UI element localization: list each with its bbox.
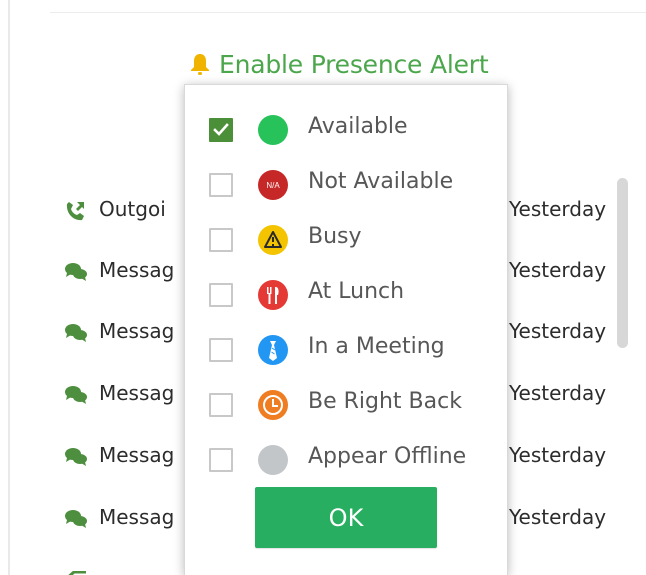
activity-label: Messag <box>99 381 175 405</box>
status-option-appear-offline[interactable]: Appear Offline <box>209 439 499 479</box>
message-icon <box>65 448 87 466</box>
status-label: Be Right Back <box>308 389 462 414</box>
be-right-back-clock-icon <box>258 390 288 420</box>
activity-time: Yesterday <box>509 443 607 467</box>
available-checkbox[interactable] <box>209 118 233 142</box>
appear-offline-checkbox[interactable] <box>209 448 233 472</box>
status-label: Not Available <box>308 169 454 194</box>
busy-checkbox[interactable] <box>209 228 233 252</box>
in-a-meeting-checkbox[interactable] <box>209 338 233 362</box>
status-option-in-a-meeting[interactable]: In a Meeting <box>209 329 499 369</box>
activity-time: Yesterday <box>509 381 607 405</box>
status-label: At Lunch <box>308 279 405 304</box>
status-option-busy[interactable]: Busy <box>209 219 499 259</box>
message-icon <box>65 263 87 281</box>
status-option-not-available[interactable]: N/A Not Available <box>209 164 499 204</box>
not-available-status-icon: N/A <box>258 170 288 200</box>
message-icon <box>65 510 87 528</box>
enable-presence-alert-link[interactable]: Enable Presence Alert <box>189 44 489 84</box>
busy-warning-icon <box>258 225 288 255</box>
status-option-be-right-back[interactable]: Be Right Back <box>209 384 499 424</box>
activity-label: Messag <box>99 319 175 343</box>
status-label: In a Meeting <box>308 334 445 359</box>
at-lunch-checkbox[interactable] <box>209 283 233 307</box>
ok-button[interactable]: OK <box>255 487 437 548</box>
available-status-icon <box>258 115 288 145</box>
call-outgoing-icon <box>66 202 84 221</box>
status-option-available[interactable]: Available <box>209 109 499 149</box>
activity-time: Yesterday <box>509 197 607 221</box>
not-available-checkbox[interactable] <box>209 173 233 197</box>
presence-screen: Enable Presence Alert Outgoi Yesterday M… <box>0 0 646 575</box>
top-divider <box>50 12 646 13</box>
lunch-fork-knife-icon <box>258 280 288 310</box>
partial-row-icon <box>68 570 86 575</box>
activity-time: Yesterday <box>509 258 607 282</box>
activity-label: Messag <box>99 443 175 467</box>
status-label: Available <box>308 114 408 139</box>
activity-label: Messag <box>99 258 175 282</box>
message-icon <box>65 324 87 342</box>
status-label: Appear Offline <box>308 444 467 469</box>
not-available-icon-text: N/A <box>266 181 280 190</box>
message-icon <box>65 386 87 404</box>
status-option-at-lunch[interactable]: At Lunch <box>209 274 499 314</box>
presence-status-dropdown: Available N/A Not Available Busy At Lunc… <box>184 84 508 575</box>
bell-icon <box>191 54 209 75</box>
check-icon <box>213 123 229 136</box>
activity-label: Messag <box>99 505 175 529</box>
enable-presence-alert-label: Enable Presence Alert <box>219 49 489 79</box>
left-border <box>8 0 10 575</box>
activity-label: Outgoi <box>99 197 166 221</box>
meeting-tie-icon <box>258 335 288 365</box>
status-label: Busy <box>308 224 362 249</box>
offline-status-icon <box>258 445 288 475</box>
scrollbar[interactable] <box>617 178 628 348</box>
activity-time: Yesterday <box>509 505 607 529</box>
be-right-back-checkbox[interactable] <box>209 393 233 417</box>
activity-time: Yesterday <box>509 319 607 343</box>
